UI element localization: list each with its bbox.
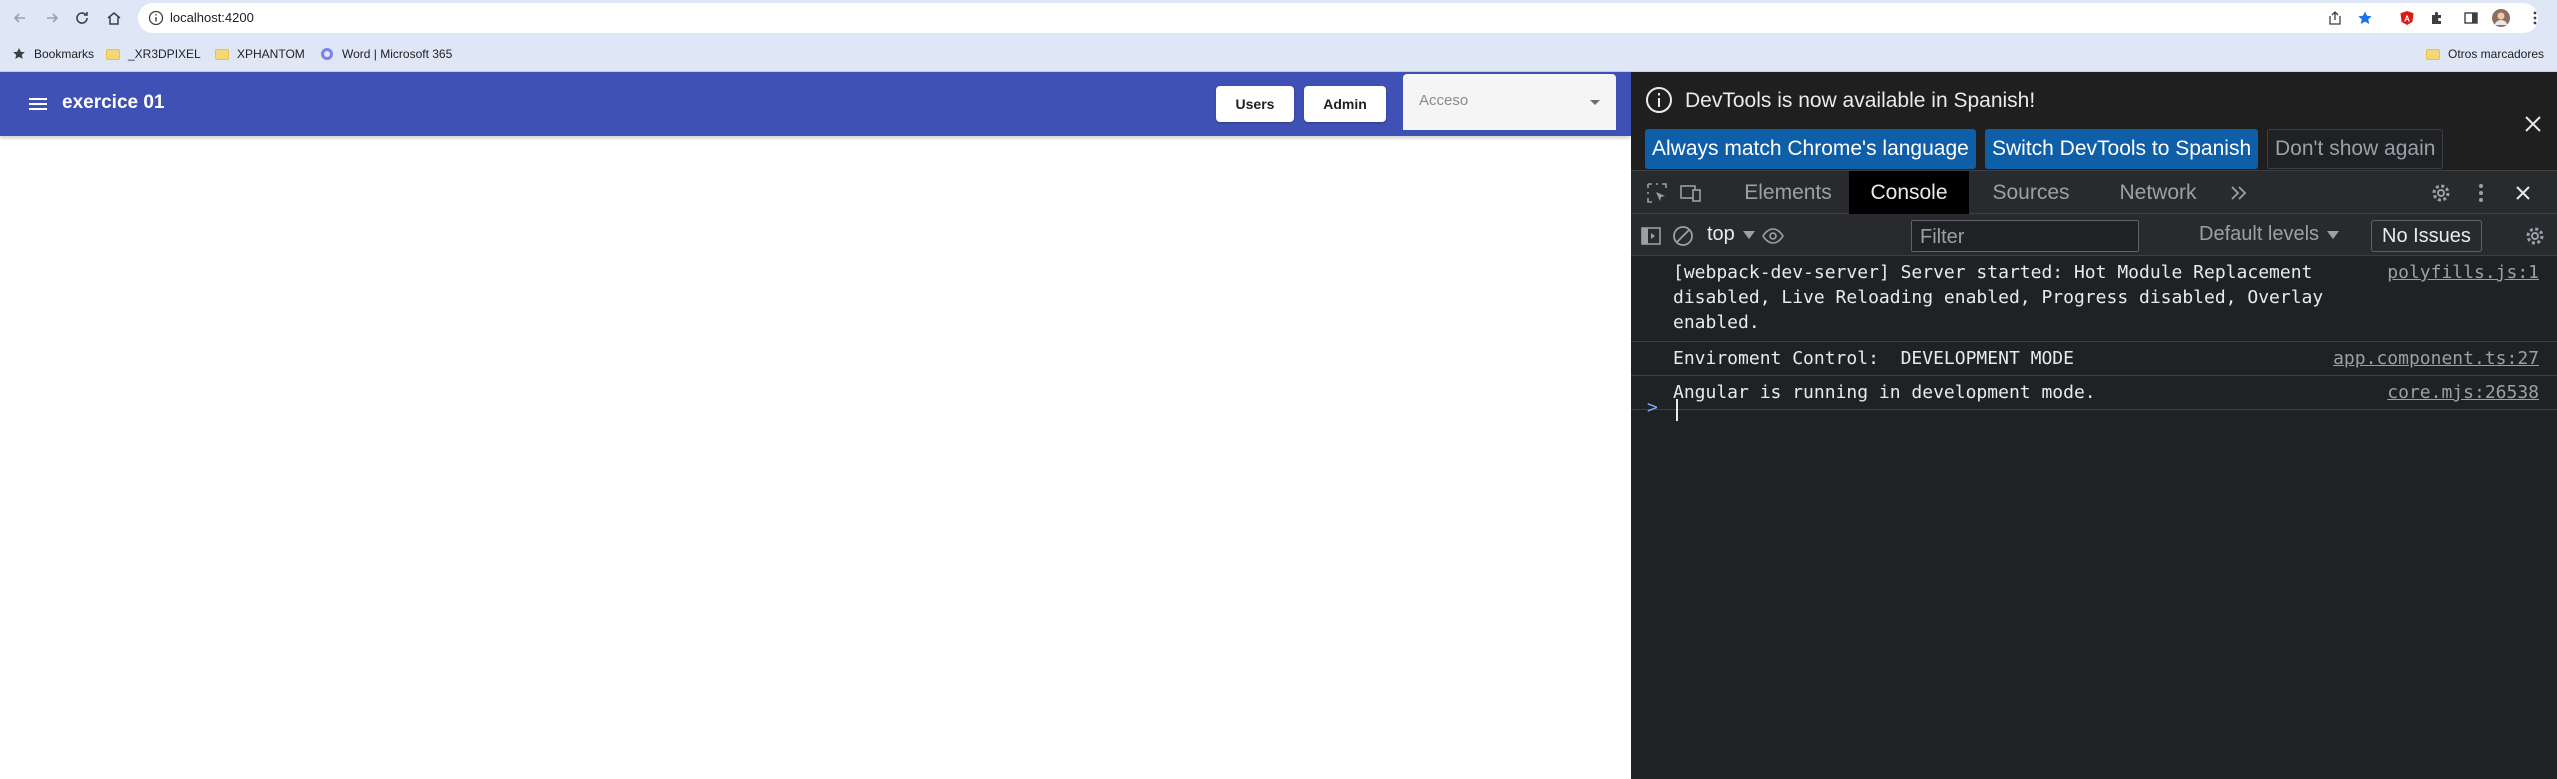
microsoft-365-icon xyxy=(320,47,334,61)
bookmark-label: XPHANTOM xyxy=(237,47,305,61)
settings-gear-icon[interactable] xyxy=(2429,181,2453,205)
users-button[interactable]: Users xyxy=(1216,86,1294,122)
bookmark-star-icon[interactable] xyxy=(2356,9,2374,27)
arrow-left-icon xyxy=(13,13,25,23)
log-source-link[interactable]: core.mjs:26538 xyxy=(2387,380,2539,405)
other-bookmarks-label: Otros marcadores xyxy=(2448,47,2545,61)
bookmark-item[interactable]: Word | Microsoft 365 xyxy=(320,45,452,63)
switch-language-button[interactable]: Switch DevTools to Spanish xyxy=(1985,129,2259,169)
more-tabs-icon[interactable] xyxy=(2227,181,2251,205)
dropdown-arrow-icon xyxy=(2327,230,2340,239)
log-levels-label: Default levels xyxy=(2199,223,2320,245)
log-message: [webpack-dev-server] Server started: Hot… xyxy=(1673,262,2335,333)
clear-console-icon[interactable] xyxy=(1671,224,1695,248)
bookmark-item[interactable]: _XR3DPIXEL xyxy=(106,45,201,63)
banner-message: DevTools is now available in Spanish! xyxy=(1685,89,2036,112)
filter-input[interactable]: Filter xyxy=(1911,220,2139,252)
console-settings-gear-icon[interactable] xyxy=(2523,224,2547,248)
info-icon xyxy=(1646,87,1672,113)
admin-button[interactable]: Admin xyxy=(1304,86,1386,122)
arrow-right-icon xyxy=(47,13,59,23)
home-button[interactable] xyxy=(102,6,126,30)
extensions-icon[interactable] xyxy=(2428,9,2446,27)
log-message: Enviroment Control: DEVELOPMENT MODE xyxy=(1673,348,2074,369)
context-selector[interactable]: top xyxy=(1707,223,1755,246)
bookmark-label: _XR3DPIXEL xyxy=(128,47,201,61)
side-panel-icon[interactable] xyxy=(2462,9,2480,27)
kebab-menu-icon[interactable] xyxy=(2526,9,2544,27)
device-toolbar-icon[interactable] xyxy=(1679,181,1703,205)
devtools-panel: DevTools is now available in Spanish! Al… xyxy=(1631,72,2557,779)
browser-toolbar: localhost:4200 A xyxy=(0,0,2557,36)
access-select-placeholder: Acceso xyxy=(1419,92,1469,109)
app-title: exercice 01 xyxy=(62,92,165,113)
live-expression-eye-icon[interactable] xyxy=(1761,224,1785,248)
tab-elements[interactable]: Elements xyxy=(1727,171,1849,215)
sidebar-toggle-icon[interactable] xyxy=(1639,224,1663,248)
context-label: top xyxy=(1707,223,1735,245)
bookmark-label: Bookmarks xyxy=(34,47,95,61)
log-source-link[interactable]: app.component.ts:27 xyxy=(2333,346,2539,371)
angular-extension-icon[interactable]: A xyxy=(2398,9,2416,27)
console-input[interactable] xyxy=(1676,399,1678,421)
home-icon xyxy=(107,12,121,25)
filter-placeholder: Filter xyxy=(1920,226,1965,248)
devtools-language-banner: DevTools is now available in Spanish! Al… xyxy=(1631,72,2557,170)
console-output: [webpack-dev-server] Server started: Hot… xyxy=(1631,256,2557,779)
app-viewport: exercice 01 Users Admin Acceso xyxy=(0,72,1631,779)
reload-button[interactable] xyxy=(70,6,94,30)
match-language-button[interactable]: Always match Chrome's language xyxy=(1645,129,1976,169)
console-prompt-chevron-icon: > xyxy=(1647,397,1658,418)
address-bar[interactable]: localhost:4200 xyxy=(138,3,2538,33)
reload-icon xyxy=(76,12,88,24)
url-text: localhost:4200 xyxy=(170,10,254,25)
console-log-entry: [webpack-dev-server] Server started: Hot… xyxy=(1631,256,2557,342)
other-bookmarks[interactable]: Otros marcadores xyxy=(2426,45,2544,63)
folder-icon xyxy=(2426,47,2440,61)
star-icon xyxy=(12,47,26,61)
log-levels-dropdown[interactable]: Default levels xyxy=(2199,223,2340,246)
devtools-tabbar: Elements Console Sources Network xyxy=(1631,170,2557,215)
svg-text:A: A xyxy=(2404,15,2410,24)
access-select[interactable]: Acceso xyxy=(1403,74,1616,130)
kebab-menu-icon[interactable] xyxy=(2469,181,2493,205)
site-info-icon[interactable] xyxy=(148,10,164,26)
bookmark-item[interactable]: Bookmarks xyxy=(12,45,94,63)
console-log-entry: Enviroment Control: DEVELOPMENT MODE app… xyxy=(1631,342,2557,376)
folder-icon xyxy=(106,47,120,61)
dropdown-arrow-icon xyxy=(1742,230,1755,239)
console-toolbar: top Filter Default levels No Issues xyxy=(1631,214,2557,256)
profile-avatar[interactable] xyxy=(2492,9,2510,27)
forward-button[interactable] xyxy=(40,6,64,30)
close-icon[interactable] xyxy=(2521,112,2545,136)
bookmarks-bar: Bookmarks _XR3DPIXEL XPHANTOM Word | Mic… xyxy=(0,36,2557,72)
dropdown-arrow-icon xyxy=(1590,100,1600,105)
hamburger-menu-icon[interactable] xyxy=(26,92,50,116)
bookmark-item[interactable]: XPHANTOM xyxy=(215,45,305,63)
inspect-element-icon[interactable] xyxy=(1645,181,1669,205)
tab-sources[interactable]: Sources xyxy=(1969,171,2093,215)
console-log-entry: Angular is running in development mode. … xyxy=(1631,376,2557,410)
back-button[interactable] xyxy=(8,6,32,30)
log-source-link[interactable]: polyfills.js:1 xyxy=(2387,260,2539,285)
tab-console[interactable]: Console xyxy=(1849,171,1969,215)
log-message: Angular is running in development mode. xyxy=(1673,382,2096,403)
bookmark-label: Word | Microsoft 365 xyxy=(342,47,453,61)
share-icon[interactable] xyxy=(2326,9,2344,27)
folder-icon xyxy=(215,47,229,61)
tab-network[interactable]: Network xyxy=(2093,171,2223,215)
app-toolbar: exercice 01 Users Admin Acceso xyxy=(0,72,1631,136)
close-devtools-icon[interactable] xyxy=(2511,181,2535,205)
dont-show-again-button[interactable]: Don't show again xyxy=(2267,129,2444,169)
issues-button[interactable]: No Issues xyxy=(2371,220,2482,252)
